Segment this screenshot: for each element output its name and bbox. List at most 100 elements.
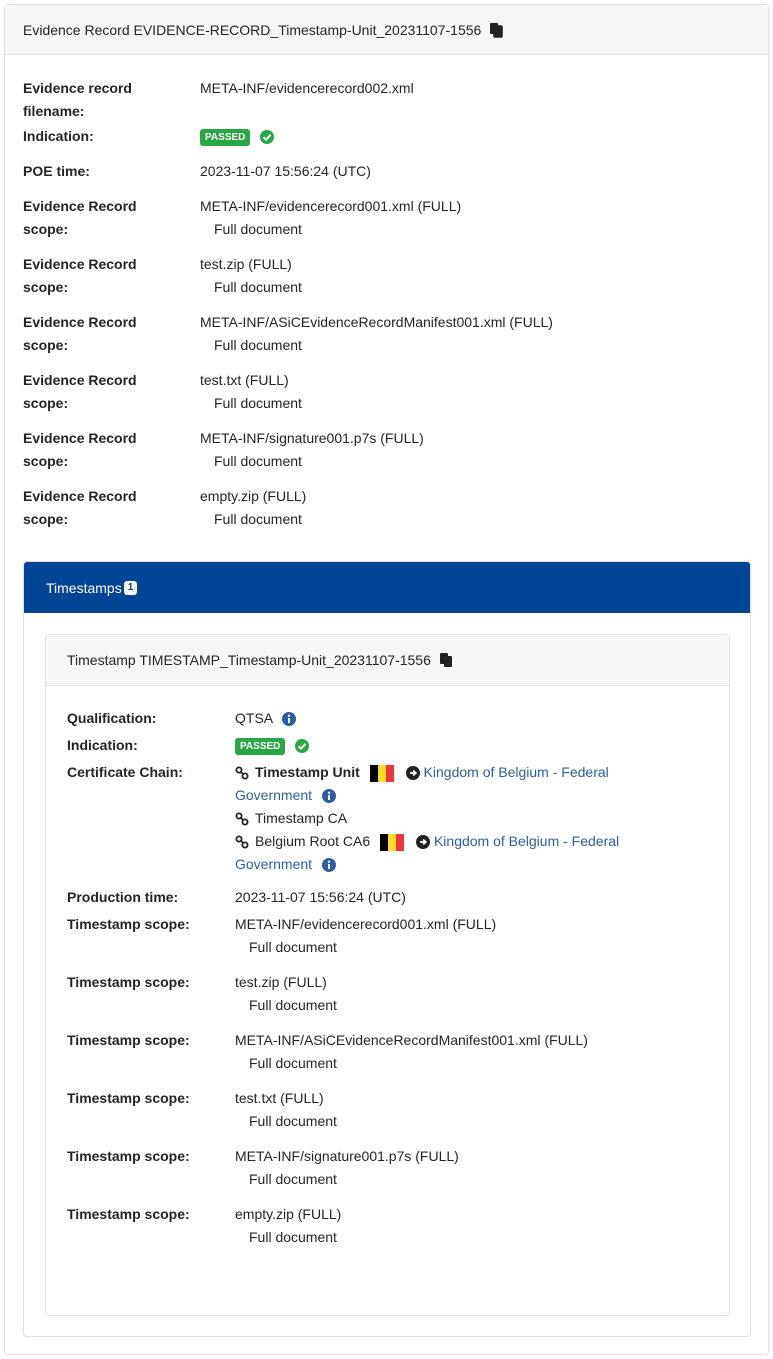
- evidence-record-header: Evidence Record EVIDENCE-RECORD_Timestam…: [5, 5, 768, 55]
- er-scope-row: Evidence Record scope: META-INF/ASiCEvid…: [23, 311, 768, 357]
- er-scope-label: Evidence Record scope:: [23, 372, 137, 411]
- er-scope-detail: Full document: [214, 395, 302, 411]
- er-scope-row: Evidence Record scope: test.zip (FULL) Fu…: [23, 253, 768, 299]
- timestamps-title: Timestamps: [46, 579, 122, 596]
- timestamps-count-badge: 1: [123, 580, 138, 595]
- qualification-row: Qualification: QTSA: [67, 707, 729, 730]
- certificate-chain-row: Certificate Chain: Timestamp Unit Kingdo…: [67, 761, 729, 876]
- timestamp-body: Qualification: QTSA Indication: PASSED C…: [46, 686, 729, 1249]
- certificate-chain-label: Certificate Chain:: [67, 764, 183, 780]
- er-scope-label: Evidence Record scope:: [23, 314, 137, 353]
- qualification-value: QTSA: [235, 710, 273, 726]
- evidence-record-body: Evidence record filename: META-INF/evide…: [5, 55, 768, 531]
- er-scope-label: Evidence Record scope:: [23, 198, 137, 237]
- ts-scope-row: Timestamp scope: empty.zip (FULL) Full do…: [67, 1203, 729, 1249]
- er-scope-label: Evidence Record scope:: [23, 256, 137, 295]
- poe-time-value: 2023-11-07 15:56:24 (UTC): [200, 163, 371, 179]
- ts-scope-row: Timestamp scope: META-INF/ASiCEvidenceRe…: [67, 1029, 729, 1075]
- ts-indication-row: Indication: PASSED: [67, 734, 729, 757]
- check-circle-icon: [295, 739, 310, 754]
- er-scope-name: META-INF/signature001.p7s (FULL): [200, 430, 424, 446]
- ts-scope-label: Timestamp scope:: [67, 1032, 190, 1048]
- belgium-flag-icon: [380, 833, 405, 851]
- qualification-label: Qualification:: [67, 710, 157, 726]
- er-scope-name: test.txt (FULL): [200, 372, 289, 388]
- production-time-label: Production time:: [67, 889, 179, 905]
- belgium-flag-icon: [369, 764, 394, 782]
- copy-icon[interactable]: [439, 652, 453, 668]
- er-scope-row: Evidence Record scope: META-INF/evidence…: [23, 195, 768, 241]
- timestamp-title: Timestamp TIMESTAMP_Timestamp-Unit_20231…: [67, 652, 431, 668]
- ts-scope-name: META-INF/signature001.p7s (FULL): [235, 1148, 459, 1164]
- ts-scope-detail: Full document: [249, 1171, 337, 1187]
- ts-scope-row: Timestamp scope: META-INF/signature001.p…: [67, 1145, 729, 1191]
- filename-row: Evidence record filename: META-INF/evide…: [23, 77, 768, 123]
- er-scope-name: META-INF/ASiCEvidenceRecordManifest001.x…: [200, 314, 553, 330]
- ts-indication-label: Indication:: [67, 737, 138, 753]
- ts-scope-detail: Full document: [249, 1055, 337, 1071]
- filename-label: Evidence record filename:: [23, 80, 132, 119]
- evidence-record-card: Evidence Record EVIDENCE-RECORD_Timestam…: [4, 4, 769, 1355]
- chain-item-name[interactable]: Timestamp Unit: [255, 764, 360, 780]
- production-time-value: 2023-11-07 15:56:24 (UTC): [235, 889, 406, 905]
- ts-scope-row: Timestamp scope: META-INF/evidencerecord…: [67, 913, 729, 959]
- er-scope-name: empty.zip (FULL): [200, 488, 307, 504]
- er-scope-detail: Full document: [214, 221, 302, 237]
- er-scope-detail: Full document: [214, 279, 302, 295]
- er-scope-label: Evidence Record scope:: [23, 430, 137, 469]
- er-scope-detail: Full document: [214, 511, 302, 527]
- ts-scope-detail: Full document: [249, 997, 337, 1013]
- ts-scope-label: Timestamp scope:: [67, 1148, 190, 1164]
- er-scope-label: Evidence Record scope:: [23, 488, 137, 527]
- ts-scope-label: Timestamp scope:: [67, 1090, 190, 1106]
- chain-item-name[interactable]: Timestamp CA: [255, 810, 347, 826]
- timestamps-header[interactable]: Timestamps 1: [24, 562, 750, 613]
- er-scope-name: META-INF/evidencerecord001.xml (FULL): [200, 198, 462, 214]
- ts-scope-row: Timestamp scope: test.txt (FULL) Full doc…: [67, 1087, 729, 1133]
- arrow-circle-right-icon: [415, 835, 430, 850]
- ts-scope-label: Timestamp scope:: [67, 1206, 190, 1222]
- filename-value: META-INF/evidencerecord002.xml: [200, 80, 414, 96]
- chain-item-name[interactable]: Belgium Root CA6: [255, 833, 370, 849]
- info-circle-icon[interactable]: [321, 858, 336, 873]
- ts-scope-detail: Full document: [249, 1113, 337, 1129]
- timestamp-header: Timestamp TIMESTAMP_Timestamp-Unit_20231…: [46, 635, 729, 686]
- er-scope-row: Evidence Record scope: empty.zip (FULL) F…: [23, 485, 768, 531]
- info-circle-icon[interactable]: [282, 712, 297, 727]
- evidence-record-title: Evidence Record EVIDENCE-RECORD_Timestam…: [23, 21, 482, 38]
- info-circle-icon[interactable]: [321, 789, 336, 804]
- chain-link-icon: [235, 812, 249, 826]
- ts-scope-label: Timestamp scope:: [67, 916, 190, 932]
- copy-icon[interactable]: [489, 22, 504, 38]
- indication-label: Indication:: [23, 128, 94, 144]
- chain-item: Belgium Root CA6 Kingdom of Belgium - Fe…: [235, 830, 689, 876]
- er-scope-name: test.zip (FULL): [200, 256, 292, 272]
- production-time-row: Production time: 2023-11-07 15:56:24 (UT…: [67, 886, 729, 909]
- ts-scope-name: META-INF/evidencerecord001.xml (FULL): [235, 916, 497, 932]
- timestamps-card: Timestamps 1 Timestamp TIMESTAMP_Timesta…: [23, 561, 751, 1337]
- poe-time-label: POE time:: [23, 163, 90, 179]
- indication-row: Indication: PASSED: [23, 125, 768, 148]
- arrow-circle-right-icon: [405, 766, 420, 781]
- er-scope-detail: Full document: [214, 453, 302, 469]
- ts-scope-name: test.txt (FULL): [235, 1090, 324, 1106]
- chain-item: Timestamp CA: [235, 807, 689, 830]
- ts-scope-name: test.zip (FULL): [235, 974, 327, 990]
- ts-scope-name: META-INF/ASiCEvidenceRecordManifest001.x…: [235, 1032, 588, 1048]
- ts-scope-detail: Full document: [249, 939, 337, 955]
- ts-scope-detail: Full document: [249, 1229, 337, 1245]
- er-scope-detail: Full document: [214, 337, 302, 353]
- ts-scope-label: Timestamp scope:: [67, 974, 190, 990]
- timestamp-card: Timestamp TIMESTAMP_Timestamp-Unit_20231…: [45, 634, 730, 1316]
- chain-link-icon: [235, 835, 249, 849]
- er-scope-row: Evidence Record scope: test.txt (FULL) Fu…: [23, 369, 768, 415]
- ts-scope-name: empty.zip (FULL): [235, 1206, 342, 1222]
- passed-badge: PASSED: [235, 737, 286, 755]
- ts-scope-row: Timestamp scope: test.zip (FULL) Full doc…: [67, 971, 729, 1017]
- passed-badge: PASSED: [200, 128, 251, 146]
- check-circle-icon: [260, 130, 275, 145]
- poe-time-row: POE time: 2023-11-07 15:56:24 (UTC): [23, 160, 768, 183]
- chain-link-icon: [235, 766, 249, 780]
- chain-item: Timestamp Unit Kingdom of Belgium - Fede…: [235, 761, 689, 807]
- er-scope-row: Evidence Record scope: META-INF/signatur…: [23, 427, 768, 473]
